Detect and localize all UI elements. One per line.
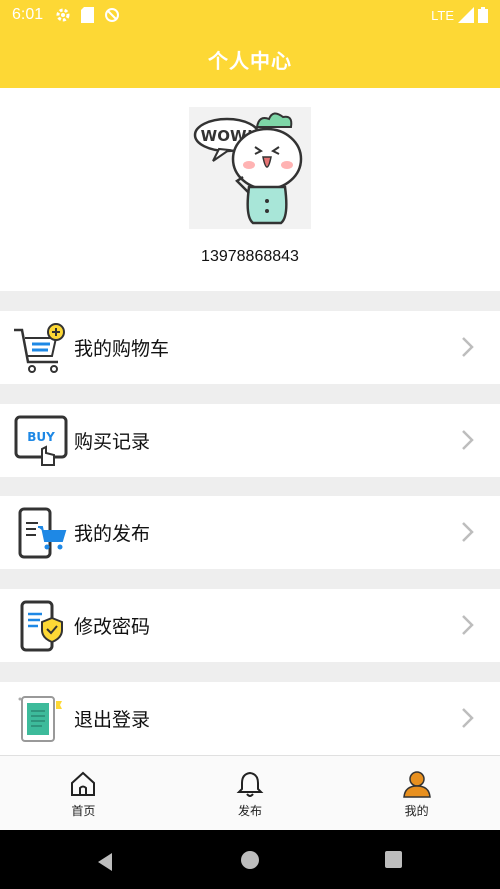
phone-shield-icon	[12, 598, 68, 654]
home-icon	[71, 771, 96, 796]
menu-item-label: 修改密码	[74, 616, 151, 638]
chevron-right-icon	[462, 708, 474, 728]
battery-icon	[478, 7, 488, 23]
menu-item-purchase-history[interactable]: BUY 购买记录	[0, 404, 500, 477]
buy-tablet-icon: BUY	[12, 413, 68, 469]
menu-item-my-posts[interactable]: 我的发布	[0, 496, 500, 569]
chevron-right-icon	[462, 522, 474, 542]
bottom-navigation: 首页 发布 我的	[0, 755, 500, 830]
nav-mine-label: 我的	[404, 804, 429, 818]
person-icon	[402, 771, 431, 798]
nav-publish-label: 发布	[238, 804, 263, 818]
nav-mine[interactable]: 我的	[333, 756, 500, 830]
phone-cart-icon	[12, 505, 68, 561]
avatar[interactable]: WOW!	[189, 107, 311, 229]
menu-item-logout[interactable]: 退出登录	[0, 682, 500, 755]
chevron-right-icon	[462, 430, 474, 450]
status-bar: 6:01 LTE	[0, 0, 500, 30]
shopping-cart-icon	[12, 320, 68, 376]
nav-home[interactable]: 首页	[0, 756, 167, 830]
svg-text:BUY: BUY	[27, 430, 55, 444]
system-navigation-bar	[0, 830, 500, 889]
page-title: 个人中心	[208, 48, 292, 73]
app-bar: 个人中心	[0, 30, 500, 88]
bell-icon	[236, 771, 264, 797]
home-button-icon[interactable]	[241, 851, 259, 869]
menu-item-cart[interactable]: 我的购物车	[0, 311, 500, 384]
settings-icon	[56, 8, 70, 22]
chevron-right-icon	[462, 615, 474, 635]
network-type: LTE	[431, 7, 454, 23]
menu-item-label: 我的购物车	[74, 338, 170, 360]
menu-item-change-password[interactable]: 修改密码	[0, 589, 500, 662]
menu-item-label: 我的发布	[74, 523, 151, 545]
user-phone: 13978868843	[201, 248, 299, 265]
blocked-icon	[105, 8, 120, 22]
signal-icon	[458, 7, 474, 23]
menu-item-label: 购买记录	[74, 431, 151, 453]
tablet-logout-icon	[12, 691, 68, 747]
status-time: 6:01	[12, 6, 44, 23]
sim-icon	[81, 7, 95, 23]
nav-publish[interactable]: 发布	[167, 756, 334, 830]
profile-section: WOW! 13978868843	[0, 88, 500, 291]
menu-item-label: 退出登录	[74, 709, 151, 731]
chevron-right-icon	[462, 337, 474, 357]
nav-home-label: 首页	[71, 804, 96, 818]
recent-apps-icon[interactable]	[385, 851, 402, 868]
back-icon[interactable]	[96, 852, 114, 872]
